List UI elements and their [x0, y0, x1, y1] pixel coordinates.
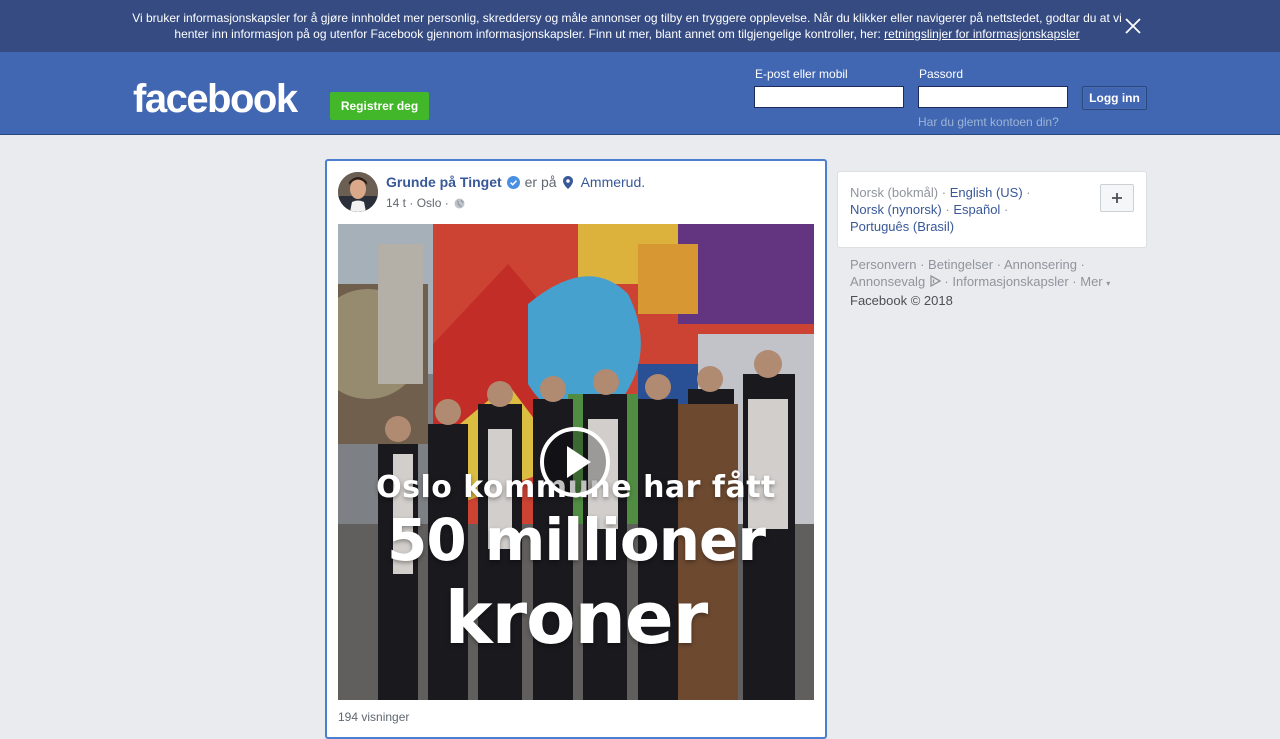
- forgot-account-link[interactable]: Har du glemt kontoen din?: [918, 115, 1059, 129]
- password-label: Passord: [919, 67, 964, 81]
- globe-icon[interactable]: [454, 198, 465, 209]
- video-player[interactable]: Oslo kommune har fått 50 millioner krone…: [338, 224, 814, 700]
- is-at-text: er på: [524, 174, 557, 190]
- video-caption-line-3: kroner: [444, 576, 708, 660]
- adchoices-icon: [930, 275, 941, 287]
- play-icon[interactable]: [539, 426, 611, 498]
- language-english[interactable]: English (US): [950, 185, 1023, 200]
- language-portuguese[interactable]: Português (Brasil): [850, 219, 954, 234]
- language-selector: Norsk (bokmål) · English (US) · Norsk (n…: [837, 171, 1147, 248]
- facebook-logo[interactable]: facebook: [133, 76, 298, 122]
- login-button[interactable]: Logg inn: [1082, 86, 1147, 110]
- post-city[interactable]: Oslo: [417, 196, 442, 210]
- verified-badge-icon: [506, 175, 520, 189]
- chevron-down-icon: ▾: [1106, 279, 1111, 288]
- register-button[interactable]: Registrer deg: [330, 92, 429, 120]
- post-time[interactable]: 14 t: [386, 196, 406, 210]
- location-pin-icon: [562, 175, 573, 189]
- footer-more-label: Mer: [1080, 274, 1103, 289]
- cookie-policy-link[interactable]: retningslinjer for informasjonskapsler: [884, 27, 1079, 41]
- video-caption-line-2: 50 millioner: [387, 506, 766, 574]
- footer-terms[interactable]: Betingelser: [928, 257, 993, 272]
- cookie-banner: Vi bruker informasjonskapsler for å gjør…: [0, 0, 1280, 52]
- footer-adchoices[interactable]: Annonsevalg: [850, 274, 925, 289]
- language-list: Norsk (bokmål) · English (US) · Norsk (n…: [850, 185, 1031, 234]
- post-header: Grunde på Tinget er på Ammerud.: [386, 174, 645, 190]
- plus-icon: [1112, 193, 1122, 203]
- place-link[interactable]: Ammerud.: [581, 174, 646, 190]
- language-nynorsk[interactable]: Norsk (nynorsk): [850, 202, 942, 217]
- view-count: 194 visninger: [338, 710, 410, 724]
- top-header: facebook Registrer deg E-post eller mobi…: [0, 52, 1280, 135]
- author-name[interactable]: Grunde på Tinget: [386, 174, 502, 190]
- footer-advertising[interactable]: Annonsering: [1004, 257, 1077, 272]
- footer-links: Personvern · Betingelser · Annonsering ·…: [850, 257, 1111, 308]
- language-spanish[interactable]: Español: [953, 202, 1000, 217]
- avatar[interactable]: [338, 172, 378, 212]
- password-field[interactable]: [918, 86, 1068, 108]
- add-language-button[interactable]: [1100, 184, 1134, 212]
- email-label: E-post eller mobil: [755, 67, 848, 81]
- close-icon[interactable]: [1122, 15, 1144, 37]
- current-language: Norsk (bokmål): [850, 185, 939, 200]
- footer-privacy[interactable]: Personvern: [850, 257, 916, 272]
- footer-cookies[interactable]: Informasjonskapsler: [952, 274, 1068, 289]
- post-card: Grunde på Tinget er på Ammerud. 14 t · O…: [325, 159, 827, 739]
- copyright: Facebook © 2018: [850, 293, 953, 308]
- email-field[interactable]: [754, 86, 904, 108]
- cookie-text: Vi bruker informasjonskapsler for å gjør…: [130, 10, 1124, 42]
- footer-more[interactable]: Mer ▾: [1080, 274, 1110, 289]
- post-meta: 14 t · Oslo ·: [386, 196, 465, 210]
